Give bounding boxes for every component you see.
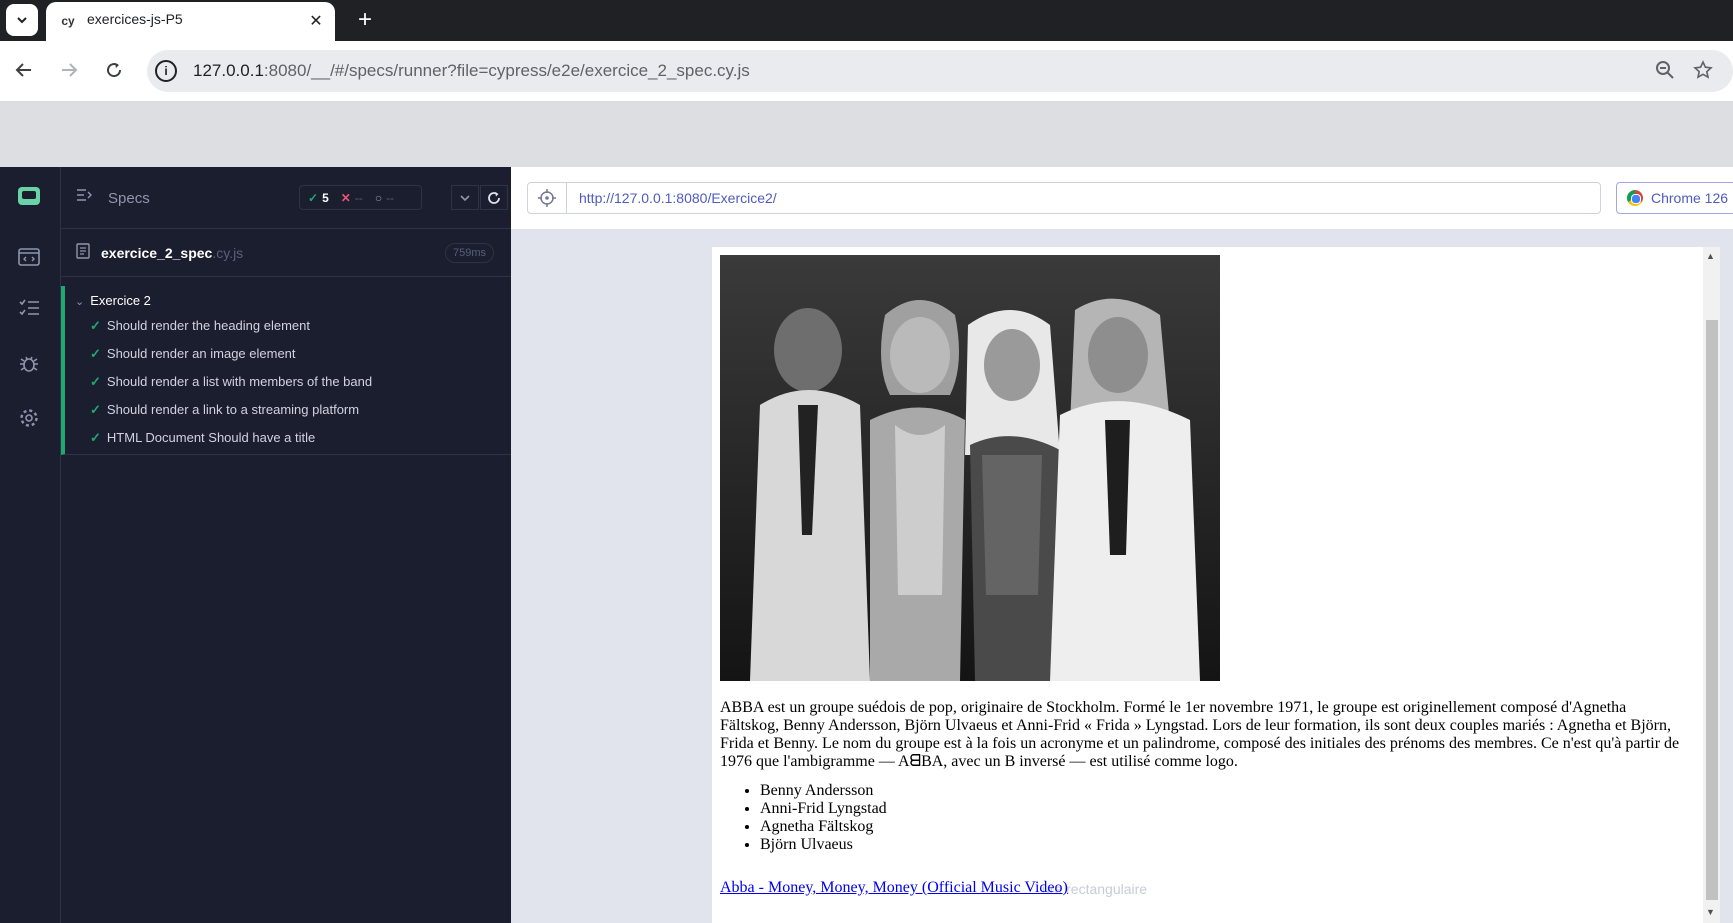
bookmark-star-icon[interactable]	[1693, 60, 1713, 85]
collapse-all-button[interactable]	[451, 185, 479, 210]
selector-playground-button[interactable]	[527, 182, 567, 214]
viewport-header-band	[0, 101, 1733, 167]
spec-file-name: exercice_2_spec.cy.js	[101, 245, 244, 261]
test-stats: ✓ 5 ✕ -- ○ --	[299, 185, 422, 210]
list-item: Anni-Frid Lyngstad	[760, 800, 887, 818]
members-list: Benny Andersson Anni-Frid Lyngstad Agnet…	[760, 782, 887, 854]
tab-strip: cy exercices-js-P5 ✕ +	[0, 0, 1733, 41]
new-tab-button[interactable]: +	[350, 5, 380, 35]
list-item: Benny Andersson	[760, 782, 887, 800]
pending-count: --	[386, 190, 395, 205]
failed-count: --	[354, 190, 363, 205]
cypress-favicon-icon: cy	[61, 14, 75, 28]
check-icon: ✓	[90, 374, 101, 389]
scroll-up-arrow-icon[interactable]: ▲	[1706, 251, 1715, 261]
chevron-down-icon	[17, 17, 27, 24]
reporter-header: Specs ✓ 5 ✕ -- ○ --	[61, 167, 511, 229]
cypress-logo-icon[interactable]	[18, 187, 40, 205]
pending-circle-icon: ○	[374, 190, 383, 205]
tab-title: exercices-js-P5	[87, 11, 183, 27]
aut-panel: http://127.0.0.1:8080/Exercice2/ Chrome …	[511, 167, 1733, 923]
passed-count: 5	[322, 190, 329, 205]
code-window-icon	[18, 248, 40, 266]
streaming-link[interactable]: Abba - Money, Money, Money (Official Mus…	[720, 879, 1068, 897]
test-row[interactable]: ✓ Should render a list with members of th…	[90, 374, 372, 390]
back-button[interactable]	[8, 54, 40, 86]
test-row[interactable]: ✓ HTML Document Should have a title	[90, 430, 315, 446]
scroll-thumb[interactable]	[1706, 320, 1718, 900]
tab-search-button[interactable]	[6, 4, 38, 36]
test-suite: ⌄ Exercice 2 ✓ Should render the heading e…	[61, 286, 511, 455]
sidebar-item-debug[interactable]	[15, 349, 43, 377]
browser-toolbar: i 127.0.0.1:8080/__/#/specs/runner?file=…	[0, 41, 1733, 101]
reload-button[interactable]	[98, 54, 130, 86]
specs-list-icon[interactable]	[76, 188, 92, 207]
sidebar-item-specs[interactable]	[15, 243, 43, 271]
band-photo	[720, 255, 1220, 681]
check-icon: ✓	[90, 318, 101, 333]
forward-button[interactable]	[53, 54, 85, 86]
check-icon: ✓	[90, 346, 101, 361]
aut-header: http://127.0.0.1:8080/Exercice2/ Chrome …	[511, 167, 1733, 229]
document-icon	[76, 243, 90, 263]
check-icon: ✓	[90, 430, 101, 445]
cypress-runner-panel: Specs ✓ 5 ✕ -- ○ -- exercice_2_spec.cy.j…	[0, 167, 511, 923]
arrow-right-icon	[62, 63, 78, 77]
failed-x-icon: ✕	[340, 190, 351, 205]
suite-title[interactable]: ⌄ Exercice 2	[75, 293, 151, 308]
reload-icon	[107, 63, 122, 78]
list-item: Agnetha Fältskog	[760, 818, 887, 836]
zoom-icon[interactable]	[1655, 60, 1675, 85]
list-checks-icon	[19, 299, 39, 316]
scroll-down-arrow-icon[interactable]: ▼	[1706, 907, 1715, 917]
aut-iframe: ABBA est un groupe suédois de pop, origi…	[712, 247, 1720, 923]
address-bar-url: 127.0.0.1:8080/__/#/specs/runner?file=cy…	[193, 61, 750, 80]
arrow-left-icon	[15, 63, 31, 77]
sidebar-item-settings[interactable]	[15, 404, 43, 432]
reload-icon	[488, 191, 500, 204]
spec-file-row[interactable]: exercice_2_spec.cy.js 759ms	[61, 229, 511, 277]
list-item: Björn Ulvaeus	[760, 836, 887, 854]
site-info-icon[interactable]: i	[155, 60, 177, 82]
sidebar-item-runs[interactable]	[15, 294, 43, 322]
chevron-down-icon: ⌄	[75, 296, 85, 308]
rerun-button[interactable]	[480, 185, 508, 210]
test-row[interactable]: ✓ Should render a link to a streaming pla…	[90, 402, 359, 418]
test-row[interactable]: ✓ Should render the heading element	[90, 318, 310, 334]
specs-label[interactable]: Specs	[108, 190, 150, 207]
aut-scrollbar[interactable]: ▲ ▼	[1703, 247, 1720, 923]
aut-url-field[interactable]: http://127.0.0.1:8080/Exercice2/	[567, 182, 1601, 214]
browser-label: Chrome 126	[1651, 190, 1729, 206]
test-row[interactable]: ✓ Should render an image element	[90, 346, 296, 362]
check-icon: ✓	[90, 402, 101, 417]
browser-tab[interactable]: cy exercices-js-P5 ✕	[46, 2, 335, 41]
close-icon[interactable]: ✕	[305, 10, 327, 32]
chrome-icon	[1627, 190, 1643, 206]
gear-icon	[20, 409, 38, 427]
chevron-down-icon	[460, 194, 470, 201]
spec-duration-badge: 759ms	[444, 243, 494, 263]
passed-check-icon: ✓	[308, 190, 319, 205]
address-bar[interactable]: i 127.0.0.1:8080/__/#/specs/runner?file=…	[147, 50, 1733, 92]
browser-selector[interactable]: Chrome 126	[1616, 182, 1733, 214]
crosshair-icon	[538, 189, 556, 207]
band-description: ABBA est un groupe suédois de pop, origi…	[720, 699, 1680, 770]
bug-icon	[20, 356, 38, 372]
sidebar-nav	[0, 167, 61, 923]
